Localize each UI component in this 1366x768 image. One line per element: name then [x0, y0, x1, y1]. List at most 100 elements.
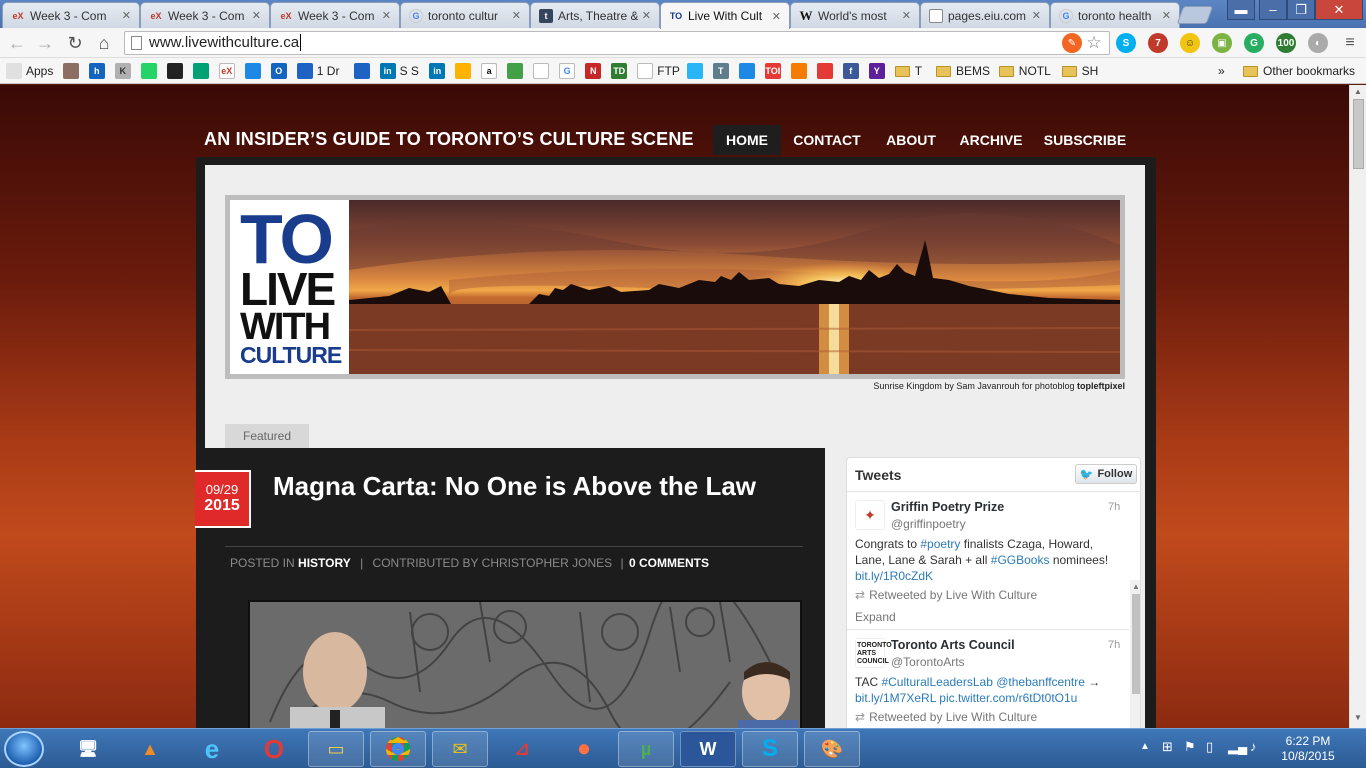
acrobat-icon[interactable]: ⊿: [494, 731, 550, 767]
firefox-icon[interactable]: ●: [556, 731, 612, 767]
profile-icon[interactable]: ◐: [1308, 33, 1328, 53]
bookmark-klout[interactable]: K: [114, 62, 135, 80]
windows-flag-icon[interactable]: ⊞: [1162, 739, 1173, 755]
comments-link[interactable]: 0 COMMENTS: [629, 556, 709, 570]
forward-button[interactable]: →: [34, 32, 56, 54]
bookmark-edx[interactable]: eX: [218, 62, 239, 80]
close-icon[interactable]: ✕: [642, 9, 651, 22]
computer-icon[interactable]: 🖥: [60, 731, 116, 767]
other-bookmarks-folder[interactable]: Other bookmarks: [1243, 62, 1355, 80]
reload-button[interactable]: ↻: [64, 32, 86, 54]
pen-icon[interactable]: ✎: [1062, 33, 1082, 53]
page-scroll-thumb[interactable]: [1353, 99, 1364, 169]
tab-toronto-health[interactable]: Gtoronto health ✕: [1050, 2, 1180, 28]
bookmark-t[interactable]: T: [894, 62, 922, 80]
bookmark-whatsapp[interactable]: [140, 62, 161, 80]
tweet-item[interactable]: TORONTO ARTS COUNCIL Toronto Arts Council …: [847, 630, 1129, 728]
tab-week3-3[interactable]: eX Week 3 - Com ✕: [270, 2, 400, 28]
minimize-button[interactable]: –: [1259, 0, 1287, 20]
word-icon[interactable]: W: [680, 731, 736, 767]
close-icon[interactable]: ✕: [902, 9, 911, 22]
mention-link[interactable]: @thebanffcentre: [996, 675, 1085, 689]
star-icon[interactable]: ☆: [1084, 33, 1104, 53]
show-hidden-icons-icon[interactable]: ▲: [1140, 741, 1150, 752]
new-tab-button[interactable]: [1176, 6, 1214, 24]
user-icon[interactable]: ▬: [1227, 0, 1255, 20]
post-title[interactable]: Magna Carta: No One is Above the Law: [273, 471, 756, 502]
site-logo[interactable]: TO LIVE WITH CULTURE: [230, 200, 349, 374]
bookmark-sa[interactable]: [686, 62, 707, 80]
close-icon[interactable]: ✕: [252, 9, 261, 22]
bookmark-ftp[interactable]: FTP: [637, 62, 680, 80]
bookmark-1-dr[interactable]: 1 Dr: [296, 62, 339, 80]
scroll-down-icon[interactable]: ▼: [1354, 713, 1362, 722]
tab-arts-theatre[interactable]: t Arts, Theatre & ✕: [530, 2, 660, 28]
grammarly-icon[interactable]: G: [1244, 33, 1264, 53]
close-icon[interactable]: ✕: [512, 9, 521, 22]
close-icon[interactable]: ✕: [772, 10, 781, 23]
nav-subscribe[interactable]: SUBSCRIBE: [1040, 125, 1130, 155]
bookmark-hootsuite[interactable]: h: [88, 62, 109, 80]
header-banner[interactable]: TO LIVE WITH CULTURE: [225, 195, 1125, 379]
menu-icon[interactable]: ≡: [1340, 33, 1360, 53]
bookmark-flag[interactable]: [353, 62, 374, 80]
toronto-arts-council-avatar[interactable]: TORONTO ARTS COUNCIL: [855, 638, 892, 668]
nav-contact[interactable]: CONTACT: [786, 125, 868, 155]
close-window-button[interactable]: ✕: [1315, 0, 1363, 20]
follow-button[interactable]: 🐦 Follow: [1075, 464, 1137, 484]
tweet-author[interactable]: Toronto Arts Council: [891, 638, 1015, 652]
hashtag-link[interactable]: #CulturalLeadersLab: [881, 675, 992, 689]
bookmark-linkedin[interactable]: in: [429, 62, 449, 80]
tweet-handle[interactable]: @griffinpoetry: [891, 517, 966, 531]
file-explorer-icon[interactable]: ▭: [308, 731, 364, 767]
outlook-icon[interactable]: ✉: [432, 731, 488, 767]
skype-icon[interactable]: S: [1116, 33, 1136, 53]
skype-icon[interactable]: S: [742, 731, 798, 767]
expand-link[interactable]: Expand: [855, 610, 896, 624]
close-icon[interactable]: ✕: [1162, 9, 1171, 22]
bookmark-tz[interactable]: T: [712, 62, 733, 80]
bookmark-yahoo[interactable]: Y: [868, 62, 889, 80]
tweets-scroll-thumb[interactable]: [1132, 594, 1140, 694]
bookmark-sh[interactable]: SH: [1061, 62, 1098, 80]
tab-week3-1[interactable]: eX Week 3 - Com ✕: [2, 2, 140, 28]
chrome-icon[interactable]: [370, 731, 426, 767]
bookmark-dots[interactable]: [455, 62, 475, 80]
image-icon[interactable]: ▣: [1212, 33, 1232, 53]
tab-worlds-most[interactable]: W World's most ✕: [790, 2, 920, 28]
nav-archive[interactable]: ARCHIVE: [954, 125, 1028, 155]
bookmark-home[interactable]: [533, 62, 553, 80]
pic-link[interactable]: pic.twitter.com/r6tDt0tO1u: [939, 691, 1077, 705]
hashtag-link[interactable]: #GGBooks: [991, 553, 1050, 567]
bookmark-maps[interactable]: [507, 62, 527, 80]
close-icon[interactable]: ✕: [1032, 9, 1041, 22]
tweet-handle[interactable]: @TorontoArts: [891, 655, 965, 669]
bookmark-bems[interactable]: BEMS: [936, 62, 990, 80]
close-icon[interactable]: ✕: [382, 9, 391, 22]
bookmark-n[interactable]: N: [585, 62, 605, 80]
bookmark-amazon[interactable]: a: [481, 62, 501, 80]
bookmark-dropbox[interactable]: [738, 62, 759, 80]
gmail-checker-icon[interactable]: 7: [1148, 33, 1168, 53]
hundred-icon[interactable]: 100: [1276, 33, 1296, 53]
scroll-up-icon[interactable]: ▲: [1132, 582, 1140, 591]
bookmark-notl[interactable]: NOTL: [998, 62, 1051, 80]
accessibility-icon[interactable]: ☺: [1180, 33, 1200, 53]
back-button[interactable]: ←: [6, 32, 28, 54]
address-bar[interactable]: www.livewithculture.ca: [124, 31, 1110, 55]
device-icon[interactable]: ▯: [1206, 739, 1213, 755]
tab-live-with-culture[interactable]: TO Live With Cult ✕: [660, 2, 790, 29]
home-icon[interactable]: ⌂: [93, 32, 115, 54]
bookmark-outlook[interactable]: O: [270, 62, 291, 80]
action-center-flag-icon[interactable]: ⚑: [1184, 739, 1196, 755]
vlc-icon[interactable]: ▲: [122, 731, 178, 767]
bookmark-camera[interactable]: [166, 62, 187, 80]
close-icon[interactable]: ✕: [122, 9, 131, 22]
url-link[interactable]: bit.ly/1M7XeRL: [855, 691, 936, 705]
scroll-up-icon[interactable]: ▲: [1354, 87, 1362, 96]
tweet-author[interactable]: Griffin Poetry Prize: [891, 500, 1004, 514]
paint-icon[interactable]: 🎨: [804, 731, 860, 767]
banner-credit-link[interactable]: topleftpixel: [1077, 381, 1125, 391]
griffin-avatar[interactable]: ✦: [855, 500, 885, 530]
bookmark-toi[interactable]: TOI: [764, 62, 785, 80]
